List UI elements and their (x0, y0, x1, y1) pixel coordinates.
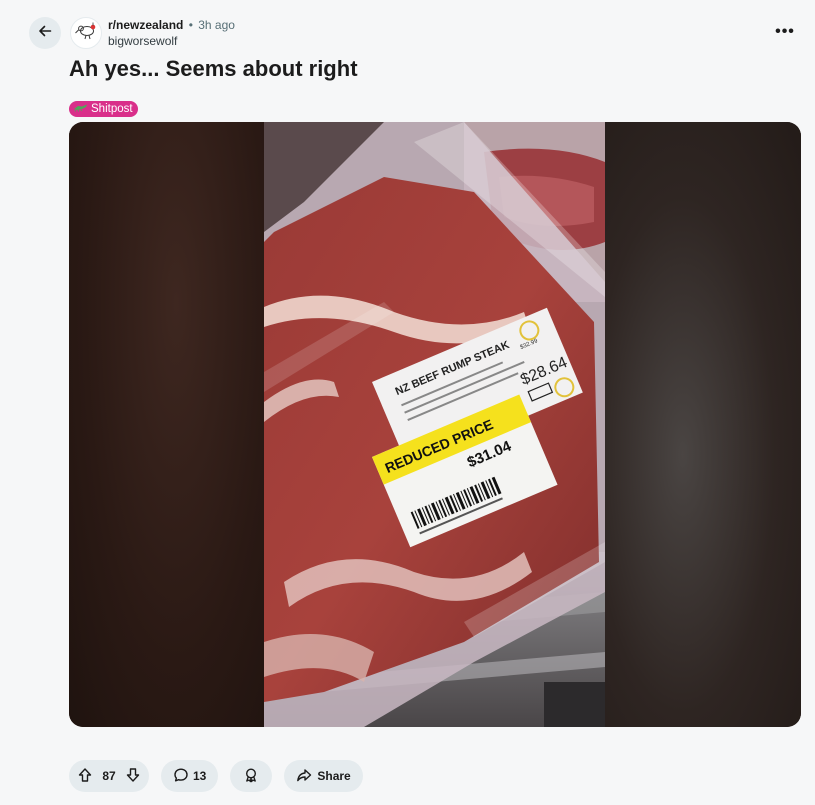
arrow-left-icon (37, 23, 53, 44)
post-time: 3h ago (198, 18, 235, 32)
gator-icon (73, 101, 88, 117)
meta-separator: • (188, 18, 193, 32)
comment-count: 13 (193, 769, 207, 783)
upvote-button[interactable] (73, 764, 97, 788)
back-button[interactable] (29, 17, 61, 49)
media-blur-left (69, 122, 264, 727)
subreddit-avatar[interactable] (70, 17, 102, 49)
post-meta: r/newzealand • 3h ago (108, 18, 235, 33)
kiwi-icon (74, 19, 98, 48)
comments-button[interactable]: 13 (161, 760, 219, 792)
post-page: r/newzealand • 3h ago bigworsewolf ••• A… (0, 0, 815, 805)
share-icon (296, 767, 312, 786)
downvote-button[interactable] (121, 764, 145, 788)
overflow-menu-button[interactable]: ••• (769, 20, 801, 44)
subreddit-link[interactable]: r/newzealand (108, 18, 183, 32)
post-image[interactable]: NZ BEEF RUMP STEAK $28.64 $32.99 REDUCED… (264, 122, 605, 727)
post-media[interactable]: NZ BEEF RUMP STEAK $28.64 $32.99 REDUCED… (69, 122, 801, 727)
award-icon (243, 767, 259, 786)
award-button[interactable] (230, 760, 273, 792)
media-blur-right (604, 122, 801, 727)
more-horizontal-icon: ••• (775, 23, 795, 40)
share-label: Share (317, 769, 351, 783)
comment-icon (173, 767, 189, 786)
post-actions: 87 13 Share (69, 760, 363, 792)
vote-count: 87 (102, 769, 116, 783)
arrow-down-icon (125, 767, 141, 786)
flair-label: Shitpost (91, 103, 133, 115)
share-button[interactable]: Share (284, 760, 363, 792)
vote-control: 87 (69, 760, 149, 792)
post-flair[interactable]: Shitpost (69, 101, 138, 117)
arrow-up-icon (77, 767, 93, 786)
post-title: Ah yes... Seems about right (69, 56, 358, 81)
author-link[interactable]: bigworsewolf (108, 34, 177, 49)
